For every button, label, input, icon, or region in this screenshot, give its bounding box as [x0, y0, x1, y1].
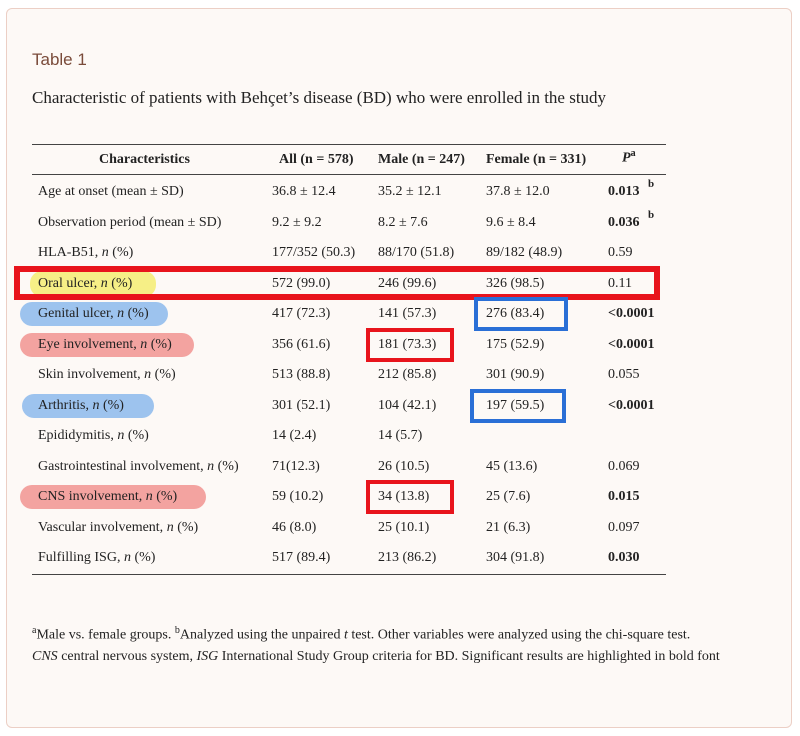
cell-male: 181 (73.3) — [378, 337, 437, 352]
cell-female: 197 (59.5) — [486, 398, 545, 413]
row-label: Eye involvement, n (%) — [38, 337, 172, 352]
header-male: Male (n = 247) — [378, 152, 465, 167]
cell-female: 9.6 ± 8.4 — [486, 215, 536, 230]
cell-male: 88/170 (51.8) — [378, 245, 455, 260]
row-label: Observation period (mean ± SD) — [38, 215, 222, 230]
cell-all: 301 (52.1) — [272, 398, 331, 413]
cell-female: 45 (13.6) — [486, 459, 538, 474]
table-caption: Characteristic of patients with Behçet’s… — [32, 88, 607, 107]
cell-male: 212 (85.8) — [378, 367, 437, 382]
cell-all: 356 (61.6) — [272, 337, 331, 352]
row-label: Skin involvement, n (%) — [38, 367, 176, 382]
cell-p-value: 0.015 — [608, 489, 640, 504]
header-rule — [32, 174, 666, 175]
cell-male: 213 (86.2) — [378, 550, 437, 565]
cell-p-value: 0.11 — [608, 276, 632, 291]
cell-p-value: 0.069 — [608, 459, 640, 474]
cell-p-value: 0.030 — [608, 550, 640, 565]
cell-female: 301 (90.9) — [486, 367, 545, 382]
cell-female: 21 (6.3) — [486, 520, 531, 535]
cell-male: 35.2 ± 12.1 — [378, 184, 442, 199]
cell-all: 36.8 ± 12.4 — [272, 184, 336, 199]
row-label: Arthritis, n (%) — [38, 398, 124, 413]
cell-male: 26 (10.5) — [378, 459, 430, 474]
cell-all: 9.2 ± 9.2 — [272, 215, 322, 230]
cell-p-value: <0.0001 — [608, 398, 655, 413]
cell-female: 175 (52.9) — [486, 337, 545, 352]
row-label: CNS involvement, n (%) — [38, 489, 178, 504]
cell-all: 46 (8.0) — [272, 520, 317, 535]
row-label: Gastrointestinal involvement, n (%) — [38, 459, 239, 474]
cell-male: 34 (13.8) — [378, 489, 430, 504]
row-label: Vascular involvement, n (%) — [38, 520, 199, 535]
cell-p-value: 0.59 — [608, 245, 633, 260]
cell-p-value: 0.013 — [608, 184, 640, 199]
cell-p-value: <0.0001 — [608, 306, 655, 321]
table-label: Table 1 — [32, 50, 87, 69]
header-all: All (n = 578) — [279, 152, 354, 167]
row-label: Fulfilling ISG, n (%) — [38, 550, 156, 565]
cell-all: 517 (89.4) — [272, 550, 331, 565]
table-footnote: aMale vs. female groups. bAnalyzed using… — [32, 625, 720, 664]
row-label: Epididymitis, n (%) — [38, 428, 149, 443]
cell-all: 59 (10.2) — [272, 489, 324, 504]
cell-all: 572 (99.0) — [272, 276, 331, 291]
p-value-superscript: b — [648, 178, 655, 190]
cell-all: 71(12.3) — [272, 459, 320, 474]
row-label: Genital ulcer, n (%) — [38, 306, 149, 321]
row-label: Age at onset (mean ± SD) — [38, 184, 184, 199]
cell-female: 37.8 ± 12.0 — [486, 184, 550, 199]
bottom-rule — [32, 574, 666, 575]
cell-p-value: 0.055 — [608, 367, 640, 382]
cell-p-value: 0.036 — [608, 215, 640, 230]
p-value-superscript: b — [648, 209, 655, 221]
cell-female: 25 (7.6) — [486, 489, 531, 504]
header-female: Female (n = 331) — [486, 152, 587, 167]
row-label: HLA-B51, n (%) — [38, 245, 134, 260]
cell-all: 177/352 (50.3) — [272, 245, 356, 260]
cell-all: 417 (72.3) — [272, 306, 331, 321]
cell-all: 14 (2.4) — [272, 428, 317, 443]
cell-p-value: 0.097 — [608, 520, 640, 535]
cell-male: 141 (57.3) — [378, 306, 437, 321]
header-p: Pa — [622, 148, 636, 166]
cell-female: 89/182 (48.9) — [486, 245, 563, 260]
cell-male: 14 (5.7) — [378, 428, 423, 443]
cell-male: 8.2 ± 7.6 — [378, 215, 428, 230]
cell-male: 104 (42.1) — [378, 398, 437, 413]
row-label: Oral ulcer, n (%) — [38, 276, 133, 291]
header-characteristics: Characteristics — [99, 152, 190, 167]
cell-p-value: <0.0001 — [608, 337, 655, 352]
cell-female: 276 (83.4) — [486, 306, 545, 321]
cell-male: 25 (10.1) — [378, 520, 430, 535]
cell-all: 513 (88.8) — [272, 367, 331, 382]
cell-female: 304 (91.8) — [486, 550, 545, 565]
top-rule — [32, 144, 666, 145]
cell-male: 246 (99.6) — [378, 276, 437, 291]
cell-female: 326 (98.5) — [486, 276, 545, 291]
